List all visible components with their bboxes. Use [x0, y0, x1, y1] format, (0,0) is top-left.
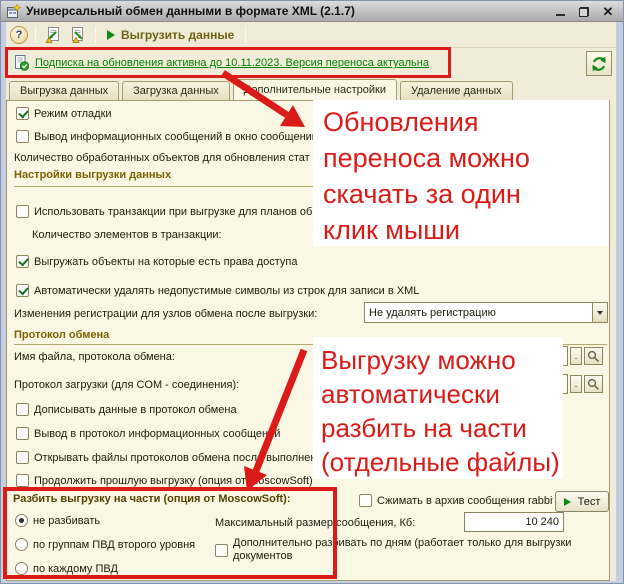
clear-field-button[interactable]: .	[570, 375, 582, 393]
load-settings-button[interactable]	[68, 25, 88, 45]
annotation-note-split: Выгрузку можно автоматически разбить на …	[313, 337, 563, 479]
tab-export-data[interactable]: Выгрузка данных	[9, 81, 120, 100]
checkbox-icon[interactable]	[16, 284, 29, 297]
browse-file-button[interactable]	[584, 347, 603, 365]
restore-button[interactable]	[577, 5, 591, 18]
max-size-input[interactable]: 10 240	[464, 512, 564, 532]
annotation-rect-banner	[5, 47, 451, 78]
browse-file-button[interactable]	[584, 375, 603, 393]
test-button[interactable]: Тест	[555, 491, 609, 512]
registration-dropdown-value: Не удалять регистрацию	[369, 306, 496, 319]
checkbox-label: Дописывать данные в протокол обмена	[34, 403, 237, 416]
annotation-line: (отдельные файлы)	[321, 447, 560, 477]
save-settings-button[interactable]	[43, 25, 63, 45]
title-bar: Универсальный обмен данными в формате XM…	[1, 1, 623, 22]
registration-dropdown[interactable]: Не удалять регистрацию	[364, 302, 608, 323]
window-title: Универсальный обмен данными в формате XM…	[26, 4, 355, 18]
protocol-group-title: Протокол обмена	[14, 329, 110, 341]
dropdown-button[interactable]	[592, 303, 607, 322]
checkbox-label: Вывод в протокол информационных сообщени…	[34, 427, 281, 440]
protocol-com-label: Протокол загрузки (для COM - соединения)…	[14, 379, 240, 391]
help-button[interactable]: ?	[10, 25, 28, 44]
magnifier-icon	[587, 378, 599, 390]
checkbox-label: Режим отладки	[34, 107, 112, 120]
checkbox-open-protocol-files[interactable]: Открывать файлы протоколов обмена после …	[16, 451, 316, 464]
run-export-label: Выгрузить данные	[121, 27, 235, 42]
clear-field-button[interactable]: .	[570, 347, 582, 365]
checkbox-compress-archive[interactable]: Сжимать в архив сообщения rabbit M	[359, 494, 555, 507]
toolbar-separator	[95, 25, 96, 44]
checkbox-use-transactions[interactable]: Использовать транзакции при выгрузке для…	[16, 205, 312, 218]
app-window: Универсальный обмен данными в формате XM…	[0, 0, 624, 584]
close-icon: ✕	[602, 3, 614, 19]
run-export-button[interactable]: Выгрузить данные	[103, 25, 238, 45]
checkbox-protocol-info[interactable]: Вывод в протокол информационных сообщени…	[16, 427, 280, 440]
checkbox-info-messages[interactable]: Вывод информационных сообщений в окно со…	[16, 130, 318, 143]
registration-changes-label: Изменения регистрации для узлов обмена п…	[14, 308, 318, 320]
checkbox-label: Вывод информационных сообщений в окно со…	[34, 130, 318, 143]
checkbox-label: Открывать файлы протоколов обмена после …	[34, 451, 317, 464]
protocol-file-label: Имя файла, протокола обмена:	[14, 351, 175, 363]
tab-strip: Выгрузка данных Загрузка данных Дополнит…	[6, 79, 616, 100]
tab-import-data[interactable]: Загрузка данных	[122, 81, 230, 100]
checkbox-icon[interactable]	[16, 130, 29, 143]
play-icon	[563, 497, 571, 506]
test-button-label: Тест	[577, 495, 601, 508]
processed-objects-label: Количество обработанных объектов для обн…	[14, 152, 310, 164]
checkbox-icon[interactable]	[16, 403, 29, 416]
restore-icon	[579, 6, 589, 17]
annotation-line: разбить на части	[321, 413, 527, 443]
checkbox-label: Использовать транзакции при выгрузке для…	[34, 205, 313, 218]
checkbox-continue-export[interactable]: Продолжить прошлую выгрузку (опция от Mo…	[16, 474, 313, 487]
refresh-icon	[592, 56, 606, 71]
tab-delete-data[interactable]: Удаление данных	[399, 81, 513, 100]
annotation-note-updates: Обновления переноса можно скачать за оди…	[313, 100, 609, 246]
toolbar-separator	[35, 25, 36, 44]
question-icon: ?	[15, 28, 23, 41]
export-settings-group-title: Настройки выгрузки данных	[14, 169, 172, 181]
minimize-icon	[555, 13, 565, 16]
checkbox-icon[interactable]	[16, 255, 29, 268]
checkbox-label: Сжимать в архив сообщения rabbit M	[377, 494, 553, 507]
checkbox-icon[interactable]	[359, 494, 372, 507]
close-button[interactable]: ✕	[601, 5, 615, 18]
checkbox-icon[interactable]	[16, 451, 29, 464]
annotation-line: клик мыши	[323, 215, 460, 245]
checkbox-label: Выгружать объекты на которые есть права …	[34, 255, 298, 268]
checkbox-auto-remove-invalid[interactable]: Автоматически удалять недопустимые симво…	[16, 284, 419, 297]
toolbar-separator	[245, 25, 247, 44]
checkbox-label: Продолжить прошлую выгрузку (опция от Mo…	[34, 474, 313, 487]
toolbar: ? Выгрузить данные	[6, 22, 616, 48]
annotation-line: Выгрузку можно	[321, 345, 516, 375]
app-icon	[7, 3, 21, 18]
checkbox-icon[interactable]	[16, 427, 29, 440]
checkbox-append-protocol[interactable]: Дописывать данные в протокол обмена	[16, 403, 237, 416]
checkbox-icon[interactable]	[16, 107, 29, 120]
checkbox-debug-mode[interactable]: Режим отладки	[16, 107, 112, 120]
checkbox-export-with-rights[interactable]: Выгружать объекты на которые есть права …	[16, 255, 298, 268]
checkbox-label: Автоматически удалять недопустимые симво…	[34, 284, 420, 297]
checkbox-icon[interactable]	[16, 474, 29, 487]
save-settings-icon	[45, 26, 59, 43]
annotation-line: Обновления	[323, 107, 479, 137]
load-settings-icon	[72, 26, 83, 43]
tab-additional-settings[interactable]: Дополнительные настройки	[232, 79, 397, 100]
magnifier-icon	[587, 350, 599, 362]
transaction-items-label: Количество элементов в транзакции:	[32, 229, 222, 241]
minimize-button[interactable]	[553, 5, 567, 18]
refresh-button[interactable]	[586, 51, 612, 76]
checkbox-icon[interactable]	[16, 205, 29, 218]
annotation-line: переноса можно	[323, 143, 530, 173]
chevron-down-icon	[597, 310, 603, 315]
annotation-line: автоматически	[321, 379, 500, 409]
play-icon	[107, 29, 115, 40]
annotation-rect-split	[3, 487, 337, 579]
annotation-line: скачать за один	[323, 179, 521, 209]
